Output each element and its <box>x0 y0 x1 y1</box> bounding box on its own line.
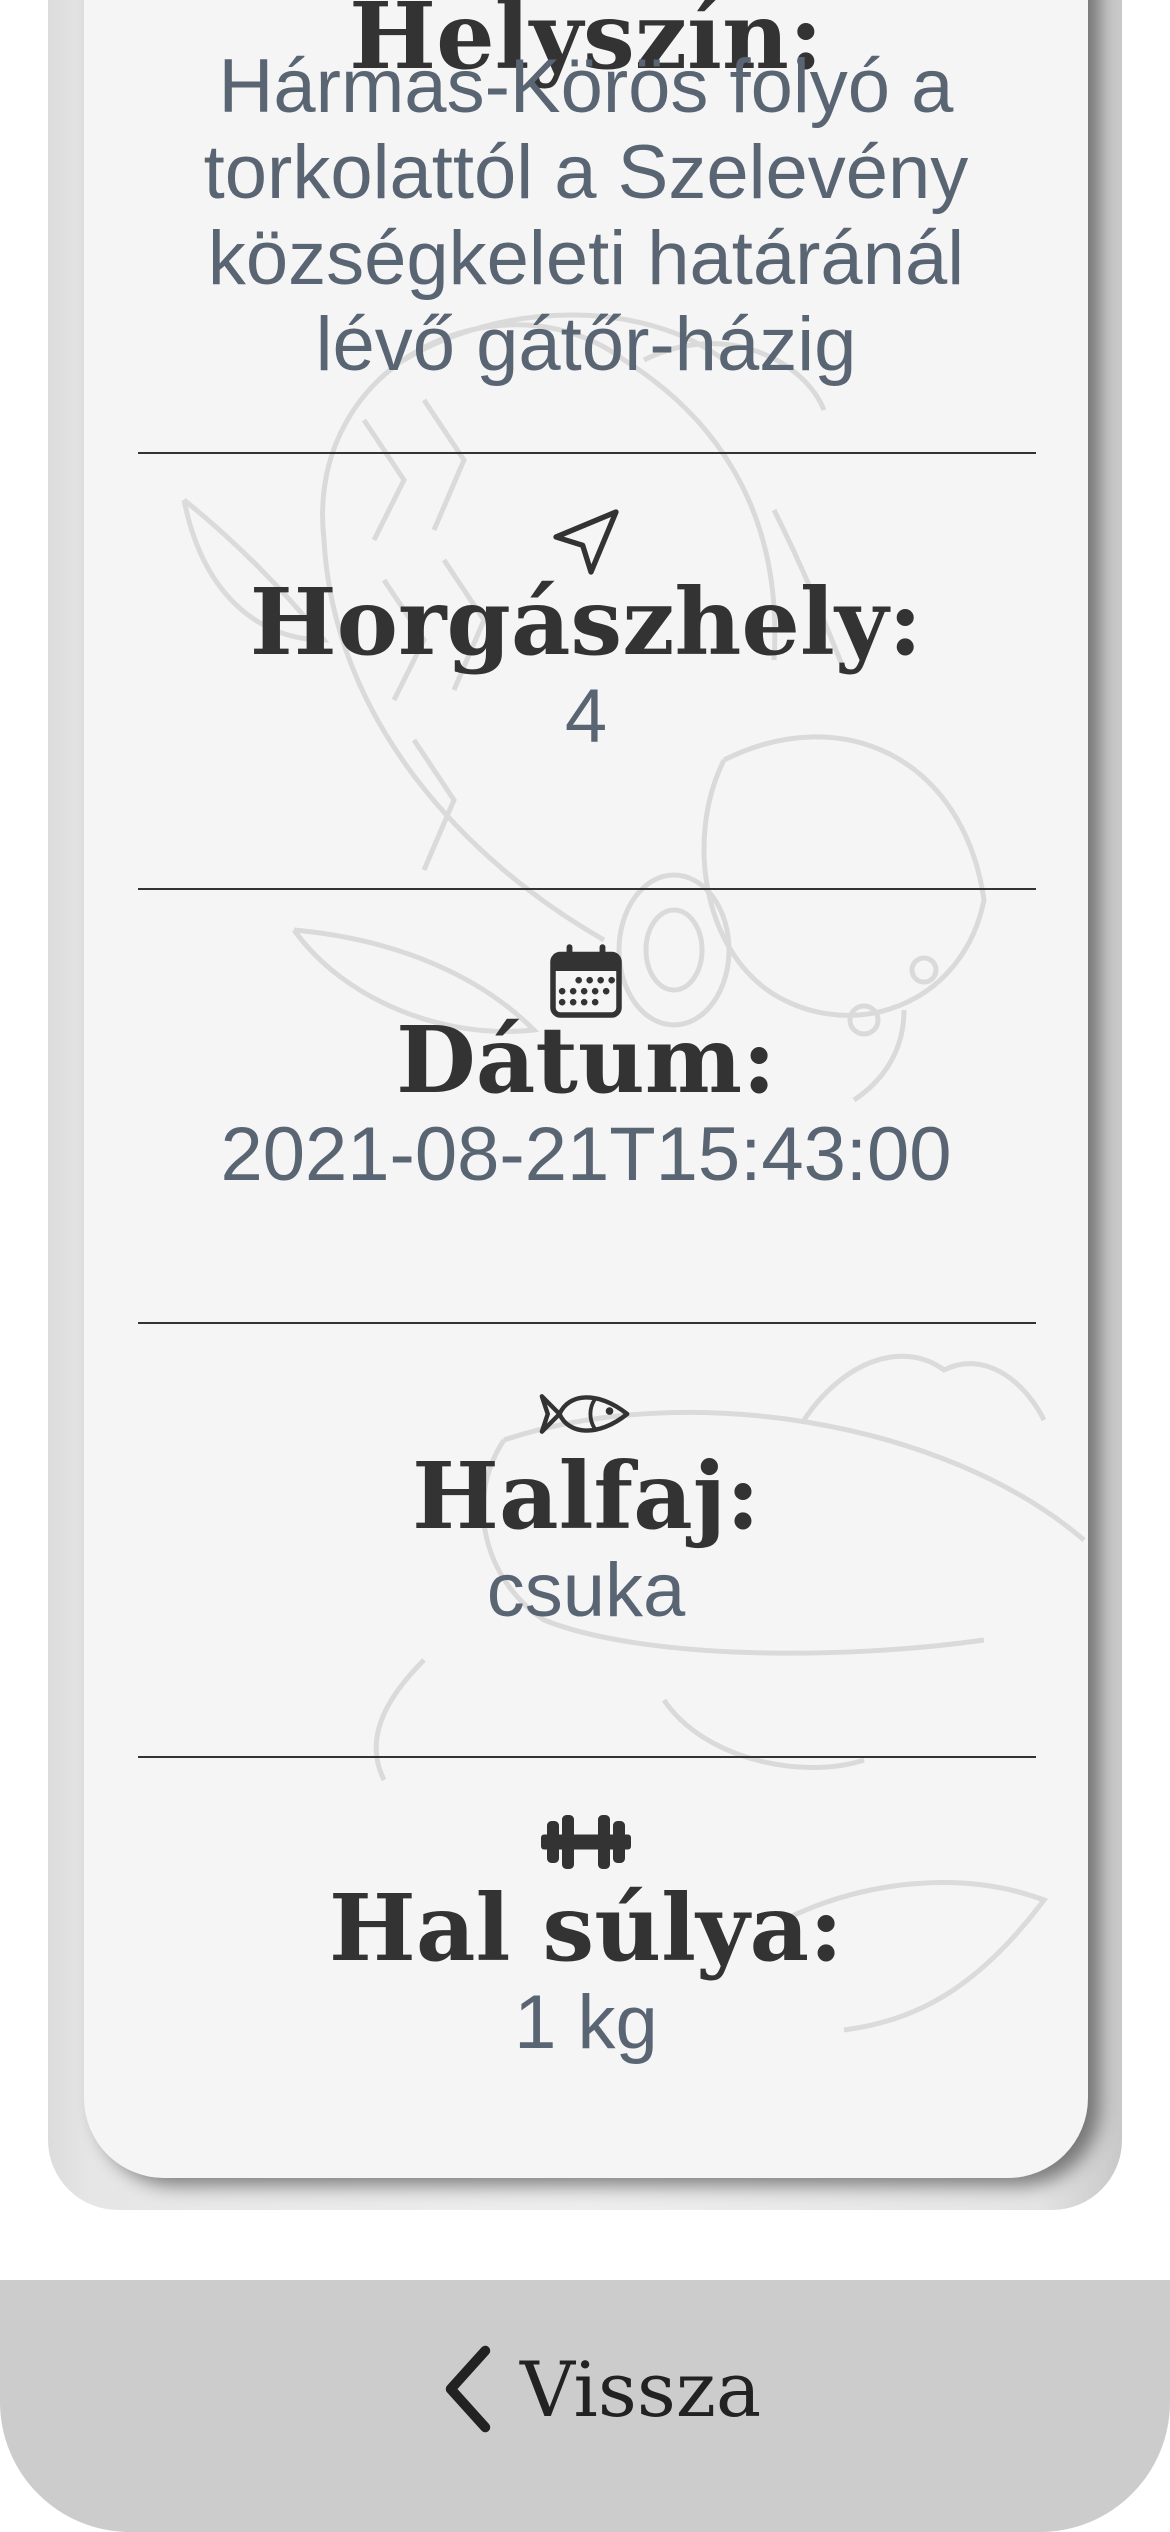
location-value-line-2: torkolattól a Szelevény <box>203 130 969 215</box>
catch-details-card: Helyszín: Hármas-Körös folyó a torkolatt… <box>84 0 1088 2178</box>
location-value-line-1: Hármas-Körös folyó a <box>218 44 954 129</box>
weight-value: 1 kg <box>514 1980 658 2065</box>
weight-section: Hal súlya: 1 kg <box>84 1878 1088 2066</box>
chevron-left-icon <box>445 2345 491 2433</box>
spot-section: Horgászhely: 4 <box>84 572 1088 760</box>
divider <box>138 452 1036 454</box>
divider <box>138 1756 1036 1758</box>
divider <box>138 1322 1036 1324</box>
back-button[interactable]: Vissza <box>440 2334 761 2444</box>
species-value: csuka <box>486 1548 686 1633</box>
location-value-line-3: községkeleti határánál <box>207 216 965 301</box>
back-button-label: Vissza <box>520 2344 762 2434</box>
divider <box>138 888 1036 890</box>
location-value: Hármas-Körös folyó a torkolattól a Szele… <box>84 44 1088 388</box>
weight-heading: Hal súlya: <box>328 1874 844 1982</box>
species-heading: Halfaj: <box>412 1442 760 1550</box>
location-value-line-4: lévő gátőr-házig <box>315 302 857 387</box>
spot-heading: Horgászhely: <box>249 568 923 676</box>
species-section: Halfaj: csuka <box>84 1446 1088 1634</box>
fish-icon <box>539 1394 630 1434</box>
date-heading: Dátum: <box>395 1006 777 1114</box>
date-value: 2021-08-21T15:43:00 <box>220 1112 952 1197</box>
spot-value: 4 <box>564 674 608 759</box>
date-section: Dátum: 2021-08-21T15:43:00 <box>84 1010 1088 1198</box>
dumbbell-icon <box>541 1815 631 1869</box>
